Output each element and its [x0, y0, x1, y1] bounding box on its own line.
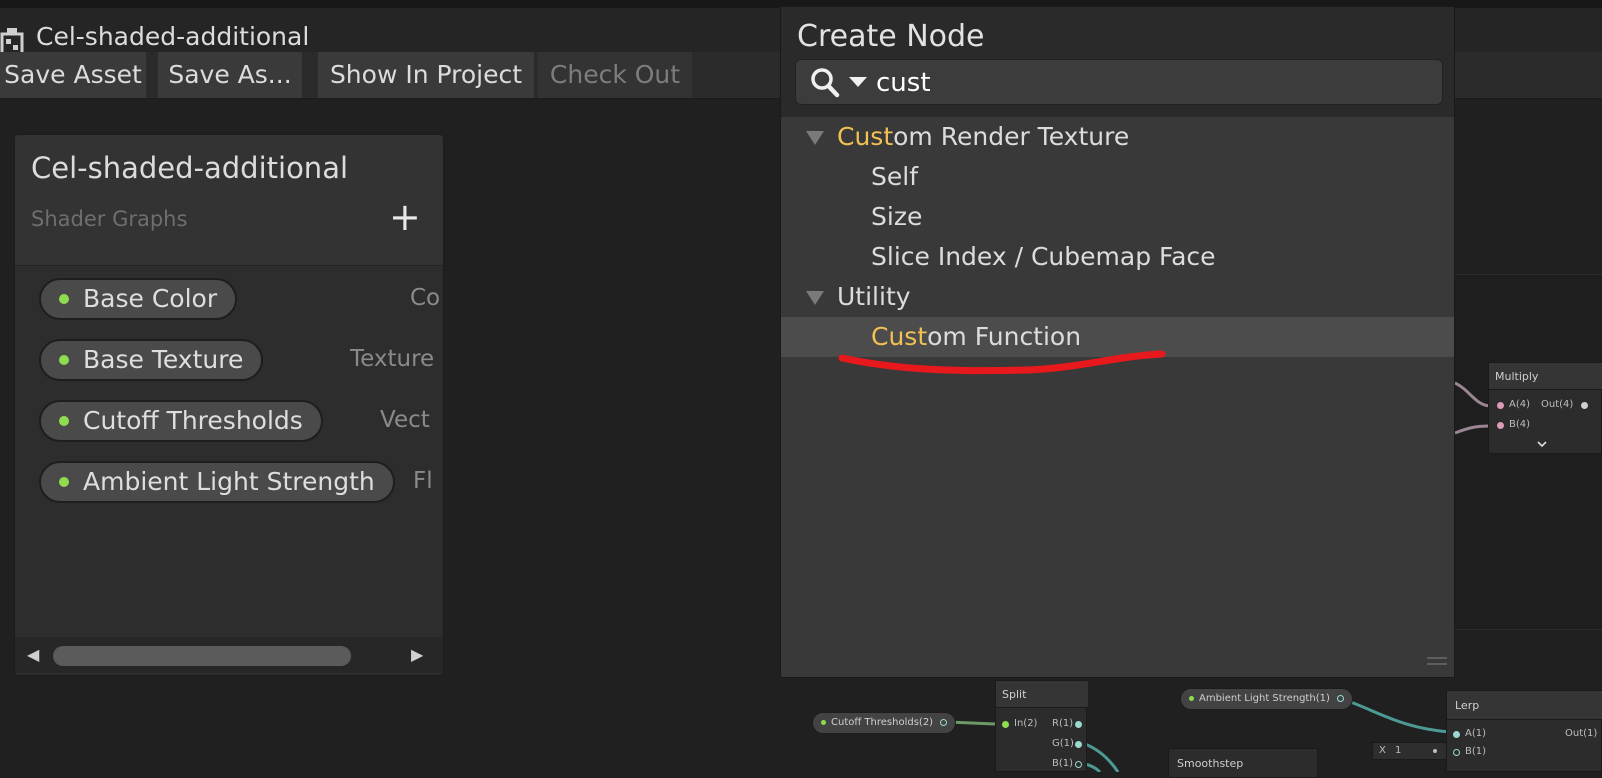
port-label: In(2): [1014, 718, 1038, 729]
search-input[interactable]: [876, 66, 1416, 100]
node-title: Lerp: [1455, 699, 1480, 712]
match-highlight: Cust: [837, 122, 894, 151]
resize-grip-icon[interactable]: [1426, 655, 1448, 667]
tree-label: Size: [871, 202, 923, 231]
create-node-header: Create Node: [781, 7, 1454, 117]
tree-category-utility[interactable]: Utility: [781, 277, 1454, 317]
tree-item-size[interactable]: Size: [781, 197, 1454, 237]
node-title: Smoothstep: [1177, 757, 1244, 770]
search-icon[interactable]: [808, 66, 844, 100]
create-node-window: Create Node Custom Render Texture Self S…: [780, 6, 1455, 678]
input-port[interactable]: [1002, 721, 1009, 728]
output-port[interactable]: [1075, 761, 1082, 768]
tree-label: om Render Texture: [893, 122, 1130, 151]
port-label: G(1): [1052, 738, 1074, 749]
exposed-dot-icon: [821, 720, 826, 725]
field-dot: [1433, 749, 1437, 753]
tree-item-self[interactable]: Self: [781, 157, 1454, 197]
port-label: R(1): [1052, 718, 1074, 729]
search-dropdown-icon[interactable]: [848, 75, 868, 89]
input-port[interactable]: [1497, 422, 1504, 429]
annotation-underline: [838, 350, 1166, 375]
tree-label: Slice Index / Cubemap Face: [871, 242, 1216, 271]
split-node[interactable]: Split In(2) R(1) G(1) B(1): [995, 680, 1088, 772]
lerp-node[interactable]: Lerp A(1) B(1) Out(1): [1446, 690, 1602, 772]
input-port[interactable]: [1497, 402, 1504, 409]
port-label: B(4): [1509, 419, 1531, 430]
exposed-dot-icon: [1189, 696, 1194, 701]
x-inline-field[interactable]: X 1: [1372, 742, 1452, 760]
tree-label: om Function: [927, 322, 1082, 351]
tree-label: Utility: [837, 282, 911, 311]
output-port[interactable]: [1336, 695, 1344, 702]
search-box[interactable]: [795, 59, 1443, 105]
expand-arrow-icon[interactable]: [805, 130, 825, 146]
port-label: A(1): [1465, 728, 1487, 739]
match-highlight: Cust: [871, 322, 928, 351]
output-port[interactable]: [1075, 721, 1082, 728]
port-label: A(4): [1509, 399, 1531, 410]
tree-category-custom-render-texture[interactable]: Custom Render Texture: [781, 117, 1454, 157]
port-label: B(1): [1052, 758, 1074, 769]
port-label: Out(4): [1541, 399, 1574, 410]
field-value[interactable]: 1: [1395, 745, 1401, 756]
create-node-title: Create Node: [797, 19, 985, 54]
output-port[interactable]: [940, 719, 948, 726]
field-label: X: [1379, 745, 1386, 756]
chevron-down-icon[interactable]: [1537, 441, 1547, 449]
tree-item-slice-index-cubemap-face[interactable]: Slice Index / Cubemap Face: [781, 237, 1454, 277]
cutoff-thresholds-node[interactable]: Cutoff Thresholds(2): [812, 712, 957, 734]
output-port[interactable]: [1581, 402, 1588, 409]
port-label: B(1): [1465, 746, 1487, 757]
multiply-node[interactable]: Multiply A(4) B(4) Out(4): [1488, 362, 1602, 454]
ambient-light-strength-node[interactable]: Ambient Light Strength(1): [1180, 688, 1353, 710]
output-port[interactable]: [1075, 741, 1082, 748]
node-title: Multiply: [1495, 370, 1539, 383]
smoothstep-node[interactable]: Smoothstep: [1168, 748, 1318, 778]
expand-arrow-icon[interactable]: [805, 290, 825, 306]
input-port[interactable]: [1453, 731, 1460, 738]
port-label: Out(1): [1565, 728, 1598, 739]
tree-label: Self: [871, 162, 918, 191]
input-port[interactable]: [1453, 749, 1460, 756]
node-title: Split: [1002, 688, 1027, 701]
